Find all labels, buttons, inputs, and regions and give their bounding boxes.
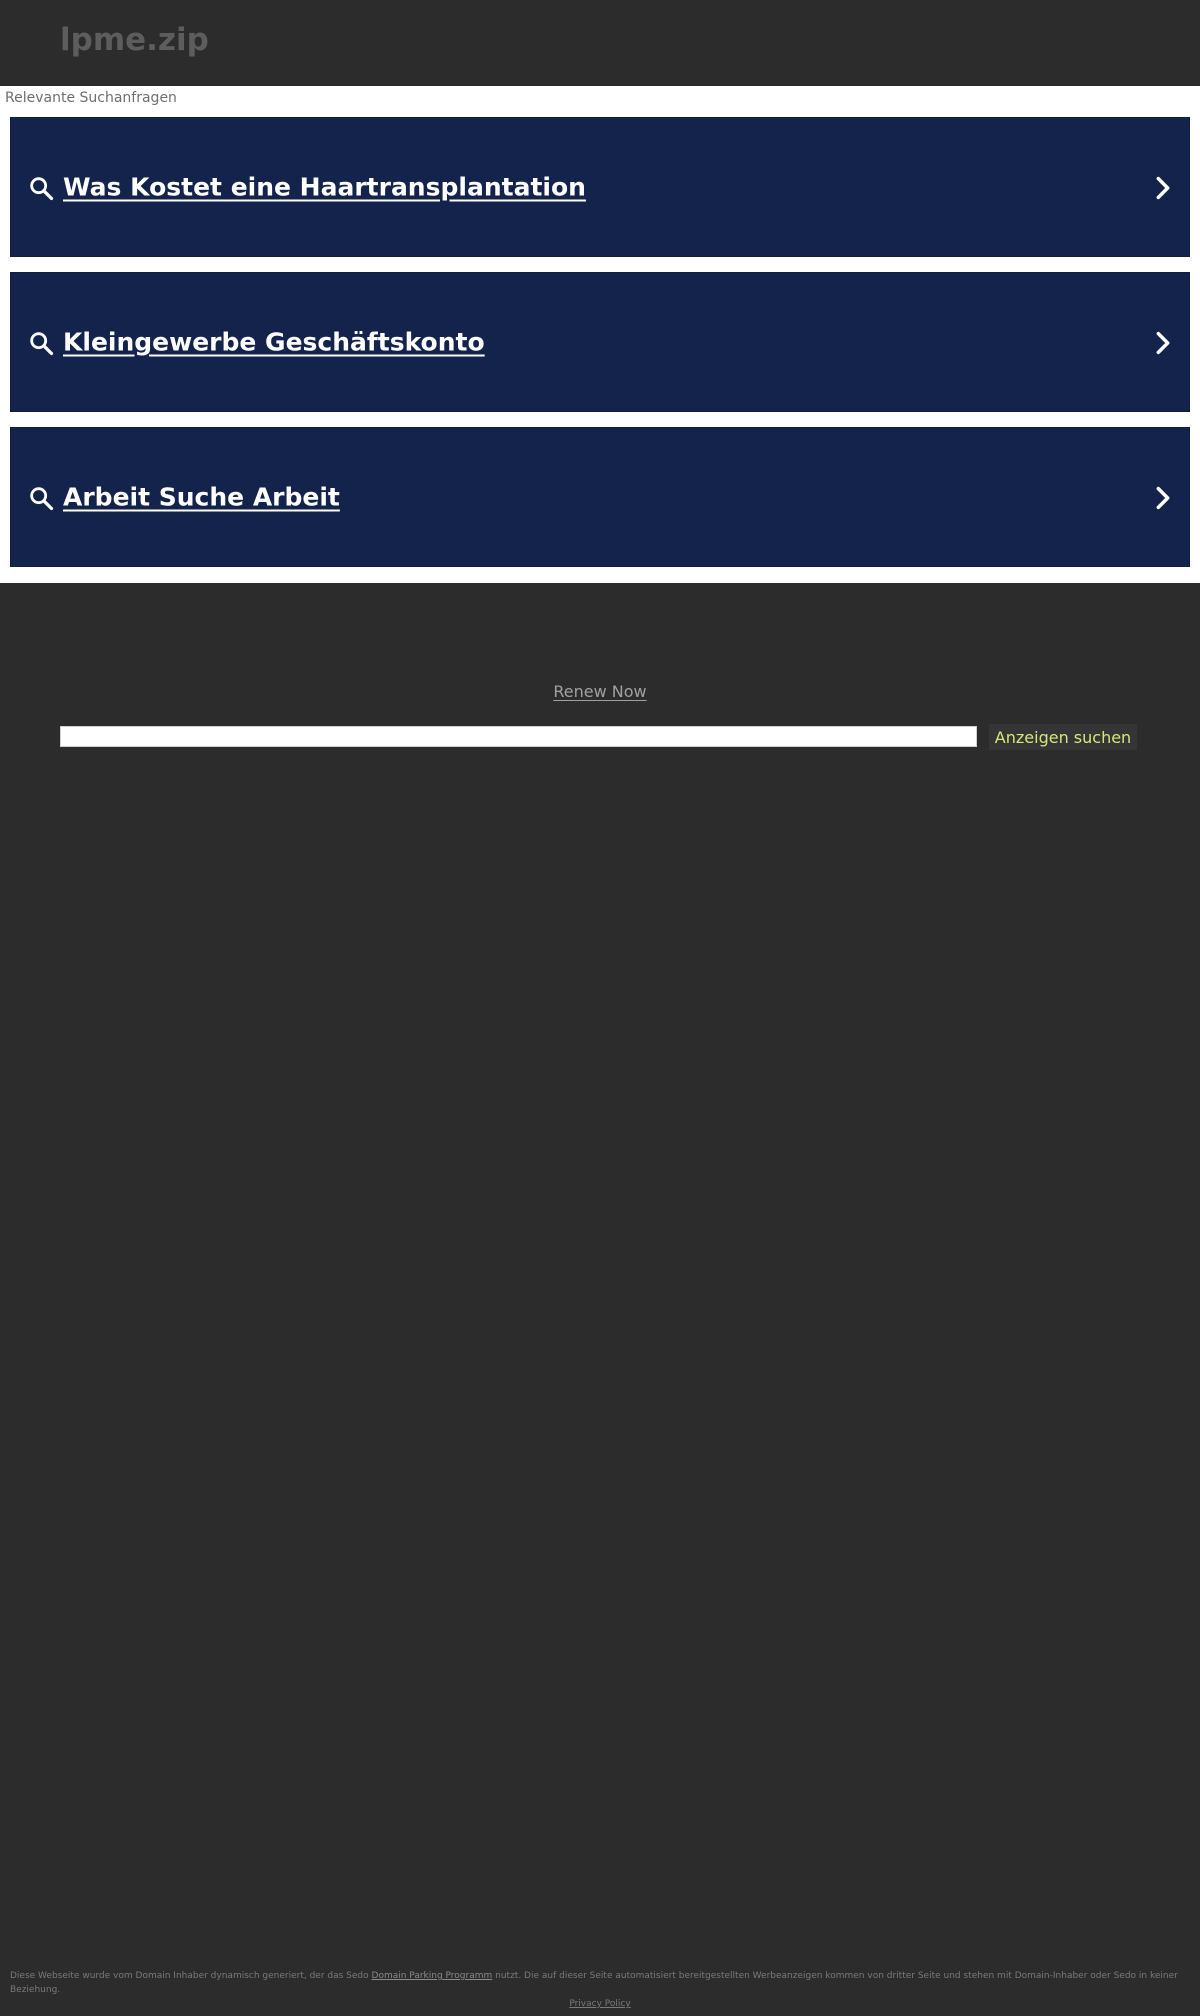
- search-icon: [30, 332, 54, 356]
- privacy-policy-link[interactable]: Privacy Policy: [0, 1999, 1200, 2009]
- parked-domain-page: lpme.zip Relevante Suchanfragen Was Kost…: [0, 0, 1200, 2016]
- related-searches-panel: Relevante Suchanfragen Was Kostet eine H…: [0, 86, 1200, 583]
- related-search-label[interactable]: Kleingewerbe Geschäftskonto: [63, 328, 485, 357]
- disclaimer-text-start: Diese Webseite wurde vom Domain Inhaber …: [10, 1971, 372, 1981]
- header: lpme.zip: [0, 0, 1200, 86]
- domain-parking-link[interactable]: Domain Parking Programm: [372, 1971, 493, 1981]
- search-icon: [30, 487, 54, 511]
- related-search-label[interactable]: Arbeit Suche Arbeit: [63, 483, 340, 512]
- search-input[interactable]: [60, 726, 977, 747]
- domain-title: lpme.zip: [60, 22, 209, 58]
- related-search-item[interactable]: Kleingewerbe Geschäftskonto: [10, 272, 1190, 412]
- related-search-item[interactable]: Was Kostet eine Haartransplantation: [10, 117, 1190, 257]
- search-form: Anzeigen suchen: [60, 724, 1140, 750]
- related-search-item[interactable]: Arbeit Suche Arbeit: [10, 427, 1190, 567]
- search-ads-button[interactable]: Anzeigen suchen: [989, 724, 1137, 750]
- disclaimer-text: Diese Webseite wurde vom Domain Inhaber …: [10, 1969, 1190, 1997]
- related-search-label[interactable]: Was Kostet eine Haartransplantation: [63, 173, 586, 202]
- chevron-right-icon: [1156, 176, 1170, 200]
- search-icon: [30, 177, 54, 201]
- renew-now-link[interactable]: Renew Now: [0, 682, 1200, 701]
- chevron-right-icon: [1156, 486, 1170, 510]
- chevron-right-icon: [1156, 331, 1170, 355]
- related-searches-heading: Relevante Suchanfragen: [5, 90, 177, 106]
